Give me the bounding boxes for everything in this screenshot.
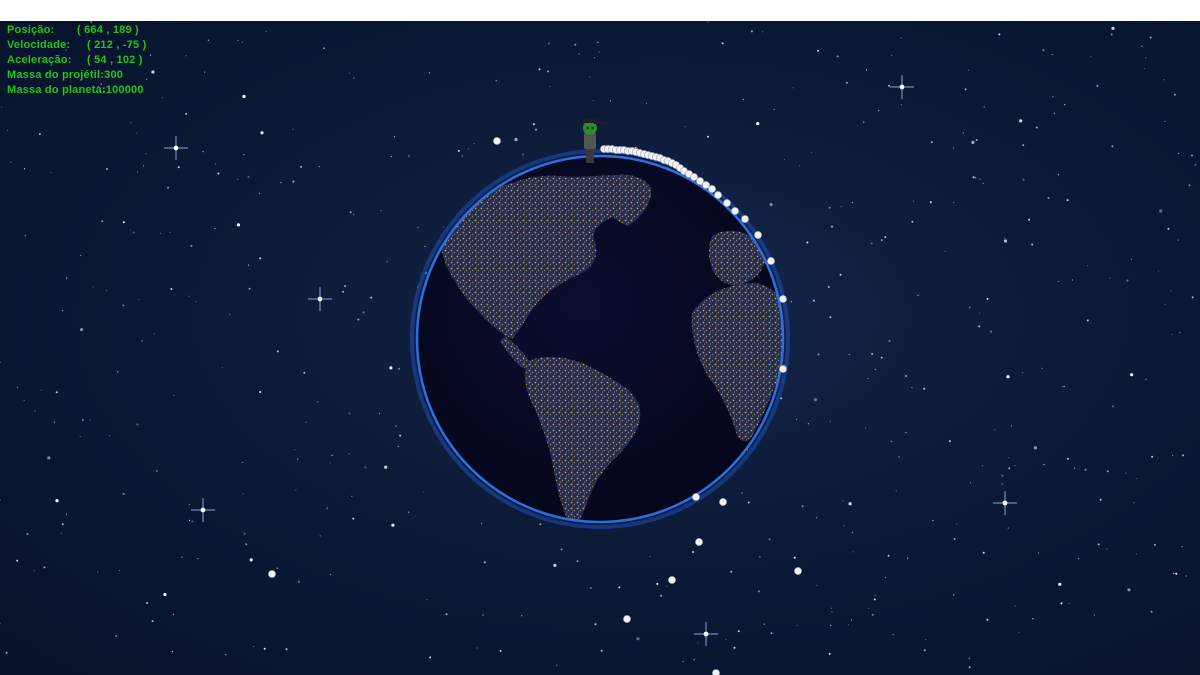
velocity-value: ( 212 , -75 )	[87, 39, 147, 51]
player-body	[584, 133, 596, 149]
projectile-mass-label: Massa do projétil:	[7, 69, 105, 81]
projectile-dot	[692, 493, 700, 501]
hud-acceleration-row: Aceleração: ( 54 , 102 )	[7, 53, 146, 68]
projectile-dot	[794, 567, 802, 575]
projectile-dot	[779, 365, 787, 373]
projectile-dot	[668, 576, 676, 584]
projectile-dot	[731, 207, 739, 215]
projectile-dot	[723, 199, 731, 207]
projectile-dot	[714, 191, 722, 199]
player-hat-brim	[594, 122, 606, 124]
hud-position-row: Posição: ( 664 , 189 )	[7, 23, 146, 38]
projectile-dot	[712, 669, 720, 675]
position-label: Posição:	[7, 24, 55, 36]
projectile-dot	[779, 295, 787, 303]
player-eye-left	[586, 126, 589, 130]
projectile-mass-value: 300	[104, 69, 124, 81]
hud-velocity-row: Velocidade: ( 212 , -75 )	[7, 38, 146, 53]
physics-hud: Posição: ( 664 , 189 ) Velocidade: ( 212…	[7, 23, 146, 98]
projectile-dot	[493, 137, 501, 145]
planet-mass-value: 100000	[105, 84, 144, 96]
game-scene	[268, 119, 802, 675]
projectile-dot	[695, 538, 703, 546]
hud-projectile-mass-row: Massa do projétil: 300	[7, 68, 146, 83]
projectile-dot	[741, 215, 749, 223]
projectile-dot	[754, 231, 762, 239]
player-eye-right	[591, 126, 594, 130]
projectile-dot	[719, 498, 727, 506]
game-viewport[interactable]: Posição: ( 664 , 189 ) Velocidade: ( 212…	[0, 21, 1200, 675]
projectile-dot	[708, 185, 716, 193]
player-legs	[586, 147, 594, 163]
acceleration-value: ( 54 , 102 )	[87, 54, 143, 66]
velocity-label: Velocidade:	[7, 39, 71, 51]
projectile-dot	[623, 615, 631, 623]
position-value: ( 664 , 189 )	[77, 24, 139, 36]
projectile-dot	[767, 257, 775, 265]
hud-planet-mass-row: Massa do planeta: 100000	[7, 83, 146, 98]
acceleration-label: Aceleração:	[7, 54, 72, 66]
projectile-dot	[268, 570, 276, 578]
planet-mass-label: Massa do planeta:	[7, 84, 106, 96]
